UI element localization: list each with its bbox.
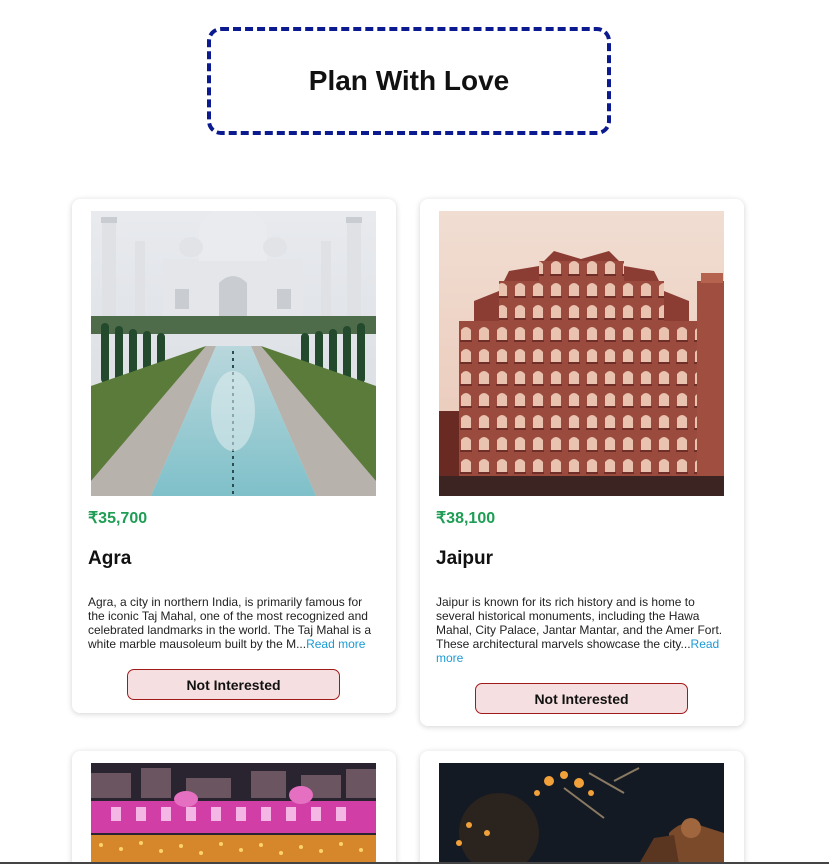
tour-card-4 — [420, 751, 744, 864]
tour-card-jaipur: ₹38,100 Jaipur Jaipur is known for its r… — [420, 199, 744, 726]
tour-description-text: Jaipur is known for its rich history and… — [436, 595, 723, 651]
not-interested-button[interactable]: Not Interested — [127, 669, 340, 700]
tour-image-agra — [91, 211, 376, 496]
page-title: Plan With Love — [308, 65, 510, 96]
not-interested-button[interactable]: Not Interested — [475, 683, 688, 714]
tour-name: Jaipur — [436, 548, 494, 569]
tour-image-3 — [91, 763, 376, 864]
tour-description: Jaipur is known for its rich history and… — [436, 595, 726, 665]
tour-price: ₹38,100 — [436, 510, 496, 527]
tour-name: Agra — [88, 548, 132, 569]
tour-price: ₹35,700 — [88, 510, 148, 527]
tour-card-agra: ₹35,700 Agra Agra, a city in northern In… — [72, 199, 396, 713]
tour-card-3 — [72, 751, 396, 864]
read-more-link[interactable]: Read more — [306, 637, 365, 651]
tour-image-jaipur — [439, 211, 724, 496]
tour-description: Agra, a city in northern India, is prima… — [88, 595, 378, 651]
page-title-box: Plan With Love — [207, 27, 611, 135]
tour-image-4 — [439, 763, 724, 864]
